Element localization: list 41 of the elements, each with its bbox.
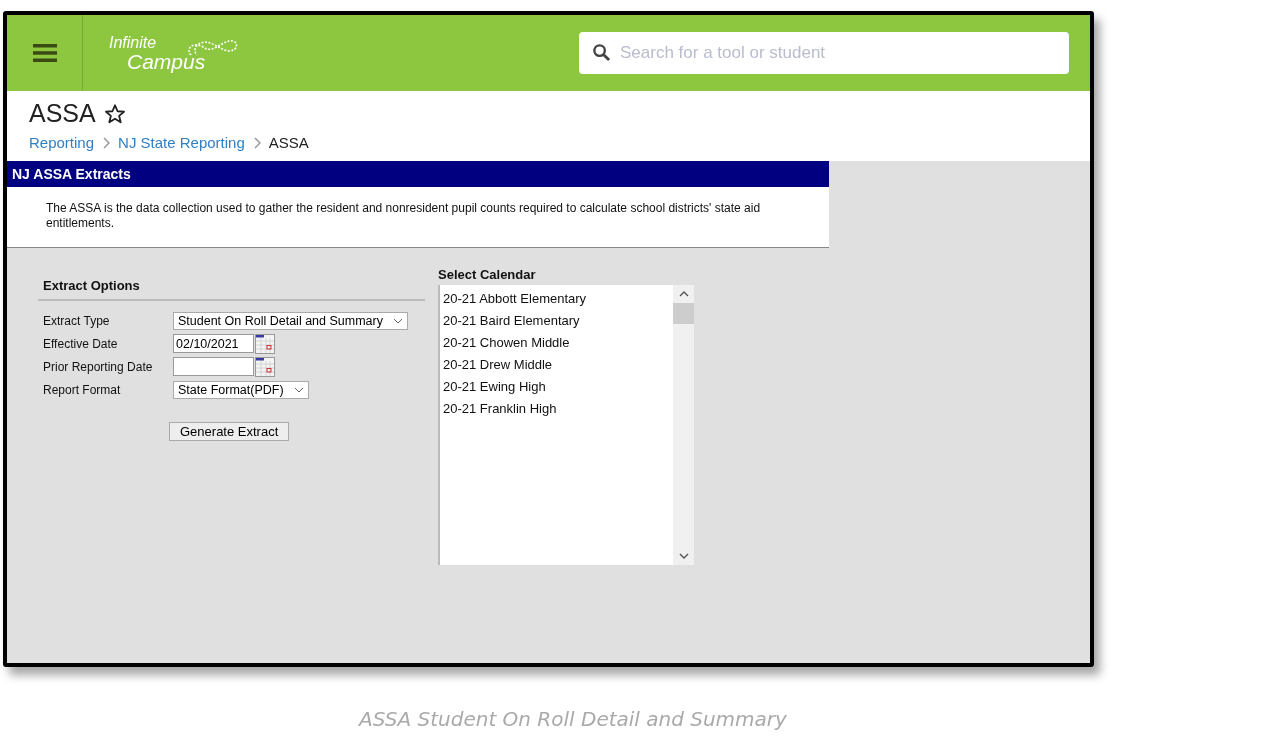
panel-header: NJ ASSA Extracts	[7, 161, 829, 187]
dropdown[interactable]: Student On Roll Detail and Summary	[173, 311, 408, 330]
section-title: Extract Options	[43, 278, 141, 293]
field-label: Extract Type	[43, 313, 111, 328]
caret-icon	[293, 386, 304, 393]
calendar-item[interactable]: 20-21 Chowen Middle	[440, 332, 673, 354]
image-caption: ASSA Student On Roll Detail and Summary	[357, 707, 788, 731]
star-icon[interactable]	[103, 102, 126, 125]
chevron-icon	[102, 136, 111, 149]
breadcrumb-link[interactable]: NJ State Reporting	[118, 134, 245, 151]
calendar-item[interactable]: 20-21 Drew Middle	[440, 354, 673, 376]
page-title: ASSA	[29, 99, 96, 128]
breadcrumb-link[interactable]: Reporting	[29, 134, 95, 151]
caret-icon	[392, 317, 403, 324]
logo-text: Campus	[127, 50, 206, 72]
scrollbar-thumb[interactable]	[673, 303, 694, 324]
scroll-down-icon[interactable]	[678, 553, 689, 559]
date-field[interactable]	[173, 357, 254, 376]
search-field[interactable]: Search for a tool or student	[579, 32, 1069, 74]
calendar-icon[interactable]	[255, 333, 275, 354]
calendar-item[interactable]: 20-21 Ewing High	[440, 376, 673, 398]
search-icon	[592, 43, 611, 62]
menu-icon[interactable]	[32, 43, 57, 63]
generate-extract-button[interactable]: Generate Extract	[169, 422, 290, 441]
dropdown[interactable]: State Format(PDF)	[173, 380, 309, 399]
date-field[interactable]: 02/10/2021	[173, 334, 254, 353]
field-label: Effective Date	[43, 336, 119, 351]
calendar-icon[interactable]	[255, 356, 275, 377]
section-title: Select Calendar	[438, 267, 537, 282]
breadcrumb-current: ASSA	[268, 134, 309, 151]
field-label: Prior Reporting Date	[43, 359, 154, 374]
scroll-up-icon[interactable]	[678, 291, 689, 297]
calendar-item[interactable]: 20-21 Baird Elementary	[440, 310, 673, 332]
calendar-list[interactable]: 20-21 Abbott Elementary 20-21 Baird Elementary 20-21 Chowen Middle 20-21 Drew Middle 20-21 Ewing High 20-21 Franklin High	[438, 285, 694, 565]
scrollbar[interactable]	[673, 285, 694, 565]
calendar-item[interactable]: 20-21 Abbott Elementary	[440, 288, 673, 310]
logo-text: Infinite	[109, 34, 158, 51]
calendar-item[interactable]: 20-21 Franklin High	[440, 398, 673, 420]
field-label: Report Format	[43, 382, 122, 397]
chevron-icon	[252, 136, 261, 149]
description-text: The ASSA is the data collection used to gather the resident and nonresident pupil counts required to calculate school districts' state aid entitlements.	[46, 201, 761, 231]
